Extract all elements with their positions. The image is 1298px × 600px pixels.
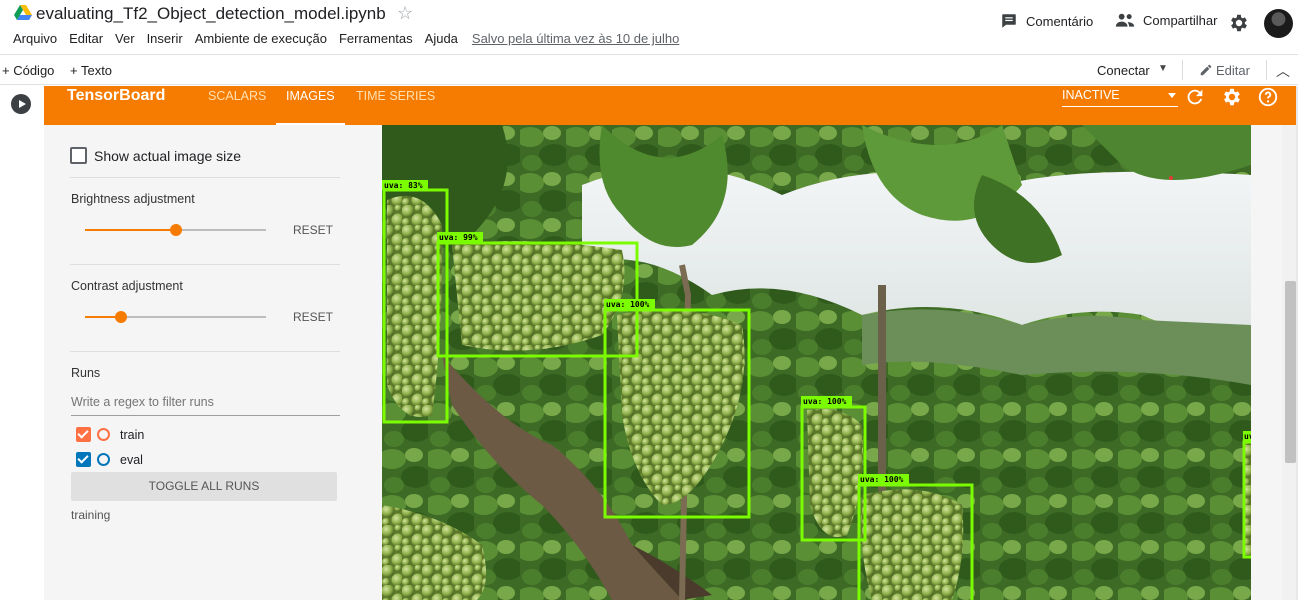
- user-avatar[interactable]: [1264, 9, 1293, 38]
- notebook-title[interactable]: evaluating_Tf2_Object_detection_model.ip…: [36, 4, 386, 24]
- menu-editar[interactable]: Editar: [69, 31, 103, 46]
- menu-ambiente[interactable]: Ambiente de execução: [195, 31, 327, 46]
- brightness-slider[interactable]: [85, 223, 266, 237]
- slider-thumb[interactable]: [169, 224, 182, 236]
- run-cell-icon[interactable]: [11, 94, 31, 114]
- add-text-button[interactable]: + Texto: [70, 63, 112, 78]
- add-code-button[interactable]: + Código: [2, 63, 54, 78]
- run-label-train: train: [120, 427, 145, 442]
- tab-images[interactable]: IMAGES: [276, 89, 345, 125]
- comment-icon: [1002, 14, 1016, 28]
- toolbar-divider: [1266, 60, 1267, 80]
- contrast-reset-button[interactable]: RESET: [293, 310, 333, 324]
- menu-ajuda[interactable]: Ajuda: [425, 31, 458, 46]
- tensorboard-header: TensorBoard SCALARS IMAGES TIME SERIES I…: [44, 86, 1296, 125]
- menu-ferramentas[interactable]: Ferramentas: [339, 31, 413, 46]
- gear-icon[interactable]: [1228, 12, 1250, 34]
- share-button[interactable]: Compartilhar: [1115, 12, 1217, 28]
- run-color-icon[interactable]: [97, 428, 110, 441]
- collapse-icon[interactable]: ︿: [1276, 61, 1290, 81]
- detection-label: uva: 100%: [606, 300, 650, 309]
- menu-bar: Arquivo Editar Ver Inserir Ambiente de e…: [13, 31, 691, 46]
- edit-button[interactable]: Editar: [1199, 63, 1250, 78]
- dropdown-arrow-icon: [1168, 93, 1176, 98]
- connect-button[interactable]: Conectar: [1097, 63, 1150, 78]
- pencil-icon: [1200, 64, 1212, 76]
- google-drive-icon[interactable]: [14, 5, 32, 21]
- run-item-train[interactable]: train: [76, 427, 144, 442]
- contrast-slider[interactable]: [85, 310, 266, 324]
- brightness-reset-button[interactable]: RESET: [293, 223, 333, 237]
- menu-inserir[interactable]: Inserir: [147, 31, 183, 46]
- saved-status-link[interactable]: Salvo pela última vez às 10 de julho: [472, 31, 679, 46]
- comment-label: Comentário: [1026, 13, 1094, 29]
- vineyard-photo: uva: 83% uva: 99% uva: 100% uva: 100% uv…: [382, 125, 1251, 600]
- toggle-all-runs-button[interactable]: TOGGLE ALL RUNS: [71, 472, 337, 501]
- tab-scalars[interactable]: SCALARS: [208, 89, 266, 125]
- runs-heading: Runs: [71, 366, 101, 380]
- edit-label: Editar: [1216, 63, 1250, 78]
- cell-gutter: [0, 86, 44, 600]
- contrast-label: Contrast adjustment: [71, 279, 183, 293]
- slider-fill: [85, 229, 176, 231]
- people-icon: [1115, 13, 1135, 27]
- menu-ver[interactable]: Ver: [115, 31, 135, 46]
- run-checkbox-eval[interactable]: [76, 452, 91, 467]
- divider: [70, 264, 340, 265]
- settings-icon[interactable]: [1221, 86, 1243, 108]
- star-icon[interactable]: ☆: [397, 3, 413, 24]
- menu-arquivo[interactable]: Arquivo: [13, 31, 57, 46]
- run-item-eval[interactable]: eval: [76, 452, 143, 467]
- detection-image: uva: 83% uva: 99% uva: 100% uva: 100% uv…: [382, 125, 1251, 600]
- divider: [70, 351, 340, 352]
- show-actual-size-label: Show actual image size: [94, 147, 242, 164]
- help-icon[interactable]: [1257, 86, 1279, 108]
- checkbox-icon: [70, 147, 87, 164]
- notebook-toolbar: + Código + Texto Conectar ▼ Editar ︿: [0, 54, 1298, 85]
- tab-time-series[interactable]: TIME SERIES: [356, 89, 435, 125]
- panel-gutter: [1251, 125, 1280, 600]
- run-filter-input[interactable]: Write a regex to filter runs: [71, 394, 340, 416]
- detection-label: uva: 100%: [803, 397, 847, 406]
- run-label-eval: eval: [120, 452, 143, 467]
- detection-label: uva: 100%: [860, 475, 904, 484]
- share-label: Compartilhar: [1143, 12, 1218, 28]
- tensorboard-sidebar: Show actual image size Brightness adjust…: [44, 125, 365, 600]
- colab-header: evaluating_Tf2_Object_detection_model.ip…: [0, 0, 1298, 54]
- run-color-icon[interactable]: [97, 453, 110, 466]
- show-actual-size-checkbox[interactable]: Show actual image size: [70, 147, 241, 164]
- plugin-select-value: INACTIVE: [1062, 88, 1120, 102]
- slider-thumb[interactable]: [115, 311, 128, 323]
- tag-label-training: training: [71, 508, 111, 522]
- detection-label: uva: 83%: [384, 181, 423, 190]
- scrollbar-thumb[interactable]: [1285, 281, 1296, 463]
- detection-label: uva: [1244, 432, 1251, 441]
- run-checkbox-train[interactable]: [76, 427, 91, 442]
- comment-button[interactable]: Comentário: [1000, 12, 1093, 30]
- tensorboard-brand: TensorBoard: [67, 87, 166, 104]
- divider: [70, 177, 340, 178]
- brightness-label: Brightness adjustment: [71, 192, 195, 206]
- refresh-icon[interactable]: [1184, 86, 1206, 108]
- toolbar-divider: [1182, 60, 1183, 80]
- plugin-select[interactable]: INACTIVE: [1062, 88, 1178, 107]
- detection-label: uva: 99%: [439, 233, 478, 242]
- connect-dropdown-icon[interactable]: ▼: [1158, 63, 1168, 74]
